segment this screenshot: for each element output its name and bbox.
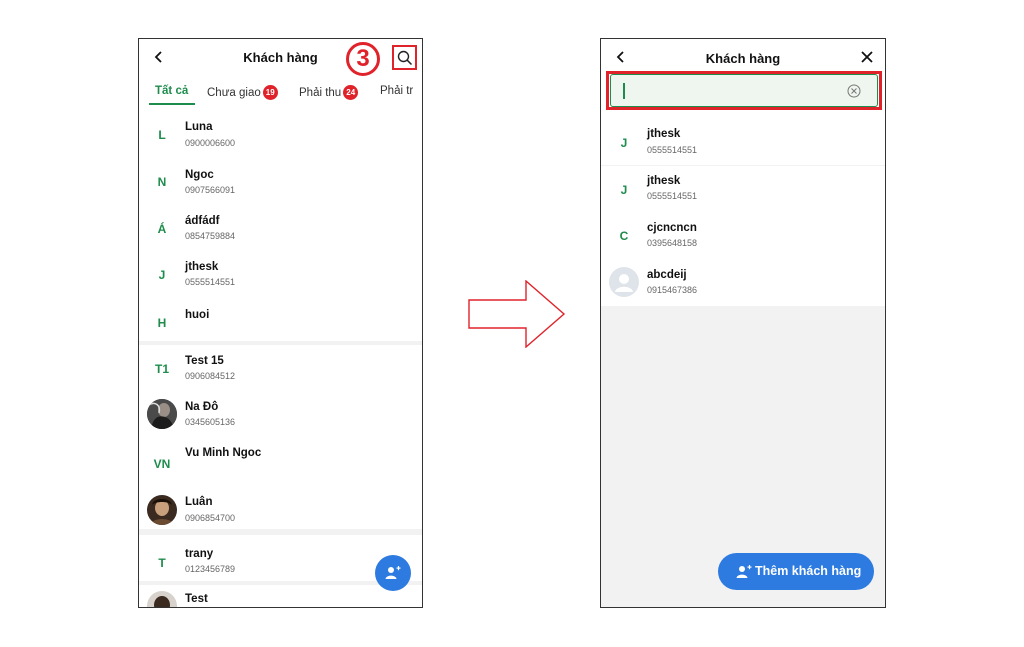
customer-search-screen: Khách hàng J jthesk 0555514551 J jthesk … bbox=[600, 38, 886, 608]
customer-name: Test 15 bbox=[185, 355, 224, 367]
user-placeholder-icon bbox=[609, 267, 639, 297]
add-customer-button[interactable]: Thêm khách hàng bbox=[718, 553, 874, 590]
customer-phone: 0555514551 bbox=[647, 191, 698, 201]
customer-name: ádfádf bbox=[185, 215, 220, 227]
initial-avatar: N bbox=[157, 175, 167, 189]
initial-avatar: T1 bbox=[154, 362, 169, 376]
initial-avatar: T bbox=[158, 556, 166, 570]
customer-phone: 0907566091 bbox=[185, 185, 236, 195]
initial-avatar: J bbox=[158, 268, 166, 282]
customer-phone: 0555514551 bbox=[647, 145, 698, 155]
list-item[interactable]: Na Đô 0345605136 bbox=[139, 391, 422, 437]
customer-photo-avatar bbox=[147, 495, 177, 525]
initial-avatar: J bbox=[620, 136, 628, 150]
list-item[interactable]: L Luna 0900006600 bbox=[139, 111, 422, 159]
customer-name: jthesk bbox=[647, 128, 681, 140]
customer-name: Vu Minh Ngoc bbox=[185, 447, 262, 459]
customer-list-screen: Khách hàng 3 Tất cả Chưa giao 19 Phải thu… bbox=[138, 38, 423, 608]
customer-name: Test bbox=[185, 593, 208, 605]
header: Khách hàng 3 bbox=[139, 39, 422, 77]
list-item[interactable]: Luân 0906854700 bbox=[139, 483, 422, 529]
customer-photo-avatar bbox=[147, 399, 177, 429]
list-item[interactable]: C cjcncncn 0395648158 bbox=[601, 212, 885, 258]
initial-avatar: Á bbox=[157, 222, 167, 236]
count-badge: 19 bbox=[262, 85, 278, 100]
list-item[interactable]: J jthesk 0555514551 bbox=[601, 119, 885, 165]
right-arrow-icon bbox=[468, 280, 566, 348]
add-person-icon bbox=[736, 565, 752, 578]
customer-name: abcdeij bbox=[647, 269, 687, 281]
search-icon bbox=[397, 50, 413, 66]
customer-name: huoi bbox=[185, 309, 210, 321]
add-customer-label: Thêm khách hàng bbox=[755, 564, 862, 578]
step-marker: 3 bbox=[346, 42, 380, 76]
close-icon[interactable] bbox=[859, 49, 875, 65]
customer-name: Na Đô bbox=[185, 401, 219, 413]
list-item[interactable]: Á ádfádf 0854759884 bbox=[139, 205, 422, 251]
search-button[interactable] bbox=[392, 45, 417, 70]
add-customer-fab[interactable] bbox=[375, 555, 411, 591]
clear-icon[interactable] bbox=[847, 84, 861, 98]
list-item[interactable]: N Ngoc 0907566091 bbox=[139, 159, 422, 205]
customer-phone: 0906084512 bbox=[185, 371, 236, 381]
customer-name: trany bbox=[185, 548, 214, 560]
initial-avatar: J bbox=[620, 183, 628, 197]
count-badge: 24 bbox=[343, 85, 359, 100]
customer-list: L Luna 0900006600 N Ngoc 0907566091 Á ád… bbox=[139, 111, 422, 607]
customer-phone: 0915467386 bbox=[647, 285, 698, 295]
customer-phone: 0854759884 bbox=[185, 231, 236, 241]
customer-phone: 0395648158 bbox=[647, 238, 698, 248]
customer-name: jthesk bbox=[185, 261, 219, 273]
customer-name: Luna bbox=[185, 121, 213, 133]
tab-all[interactable]: Tất cả bbox=[155, 85, 188, 97]
customer-phone: 0123456789 bbox=[185, 564, 236, 574]
customer-phone: 0555514551 bbox=[185, 277, 236, 287]
add-person-icon bbox=[385, 566, 401, 579]
tab-payable[interactable]: Phải tr bbox=[380, 85, 413, 97]
tab-receivable[interactable]: Phải thu 24 bbox=[299, 85, 359, 100]
tab-not-delivered[interactable]: Chưa giao 19 bbox=[207, 85, 278, 100]
customer-name: Ngoc bbox=[185, 169, 214, 181]
search-input[interactable] bbox=[610, 74, 878, 107]
initial-avatar: C bbox=[619, 229, 629, 243]
customer-name: Luân bbox=[185, 496, 213, 508]
active-tab-indicator bbox=[149, 103, 195, 105]
initial-avatar: VN bbox=[153, 457, 171, 471]
initial-avatar: H bbox=[157, 316, 167, 330]
text-cursor bbox=[623, 83, 625, 99]
list-item[interactable]: Test bbox=[139, 585, 422, 607]
customer-phone: 0906854700 bbox=[185, 513, 236, 523]
list-item[interactable]: J jthesk 0555514551 bbox=[139, 251, 422, 297]
customer-name: jthesk bbox=[647, 175, 681, 187]
customer-photo-avatar bbox=[147, 591, 177, 607]
search-results-list: J jthesk 0555514551 J jthesk 0555514551 … bbox=[601, 119, 885, 607]
customer-phone: 0900006600 bbox=[185, 138, 236, 148]
list-item[interactable]: T1 Test 15 0906084512 bbox=[139, 345, 422, 391]
list-item[interactable]: H huoi bbox=[139, 297, 422, 341]
initial-avatar: L bbox=[158, 128, 166, 142]
list-item[interactable]: abcdeij 0915467386 bbox=[601, 258, 885, 306]
customer-phone: 0345605136 bbox=[185, 417, 236, 427]
list-item[interactable]: J jthesk 0555514551 bbox=[601, 166, 885, 212]
customer-name: cjcncncn bbox=[647, 222, 697, 234]
page-title: Khách hàng bbox=[705, 51, 781, 66]
list-item[interactable]: VN Vu Minh Ngoc bbox=[139, 437, 422, 483]
